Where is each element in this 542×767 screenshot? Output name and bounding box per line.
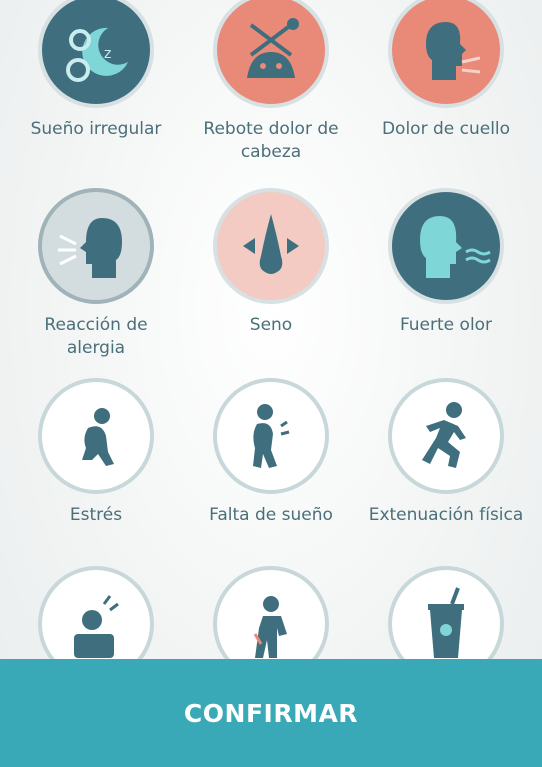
- trigger-grid: z Sueño irregular Rebote dolor de cabeza: [0, 0, 542, 767]
- allergy-sneeze-icon: [58, 218, 122, 278]
- trigger-headache-rebound[interactable]: Rebote dolor de cabeza: [186, 0, 356, 164]
- trigger-neck-pain[interactable]: Dolor de cuello: [361, 0, 531, 141]
- trigger-circle[interactable]: z: [38, 0, 154, 108]
- trigger-label: Falta de sueño: [209, 505, 333, 525]
- trigger-label: Rebote dolor de cabeza: [203, 119, 339, 162]
- trigger-circle[interactable]: [213, 188, 329, 304]
- trigger-circle[interactable]: [388, 0, 504, 108]
- strong-smell-icon: [420, 216, 491, 278]
- confirm-button[interactable]: CONFIRMAR: [0, 659, 542, 767]
- trigger-label: Dolor de cuello: [381, 119, 511, 139]
- trigger-circle[interactable]: [38, 188, 154, 304]
- trigger-stress[interactable]: Estrés: [11, 378, 181, 527]
- trigger-label: Extenuación física: [368, 505, 524, 525]
- trigger-circle[interactable]: [213, 378, 329, 494]
- trigger-sinus[interactable]: Seno: [186, 188, 356, 337]
- trigger-lack-of-sleep[interactable]: Falta de sueño: [186, 378, 356, 527]
- trigger-allergy[interactable]: Reacción de alergia: [11, 188, 181, 360]
- trigger-label: Fuerte olor: [399, 315, 493, 335]
- neck-pain-icon: [426, 22, 481, 80]
- sinus-nose-icon: [243, 214, 299, 274]
- svg-text:z: z: [104, 46, 111, 62]
- trigger-circle[interactable]: [38, 378, 154, 494]
- trigger-circle[interactable]: [388, 378, 504, 494]
- trigger-label: Reacción de alergia: [44, 315, 148, 358]
- running-person-icon: [422, 402, 466, 468]
- trigger-strong-smell[interactable]: Fuerte olor: [361, 188, 531, 337]
- stress-person-icon: [82, 408, 114, 466]
- trigger-label: Estrés: [69, 505, 123, 525]
- trigger-physical-exhaustion[interactable]: Extenuación física: [361, 378, 531, 527]
- trigger-circle[interactable]: [213, 0, 329, 108]
- trigger-label: Sueño irregular: [30, 119, 162, 139]
- trigger-label: Seno: [249, 315, 293, 335]
- trigger-sleep-irregular[interactable]: z Sueño irregular: [11, 0, 181, 141]
- trigger-circle[interactable]: [388, 188, 504, 304]
- tired-person-icon: [253, 404, 290, 468]
- headache-rebound-icon: [247, 18, 299, 78]
- moon-sleep-icon: z: [66, 27, 128, 82]
